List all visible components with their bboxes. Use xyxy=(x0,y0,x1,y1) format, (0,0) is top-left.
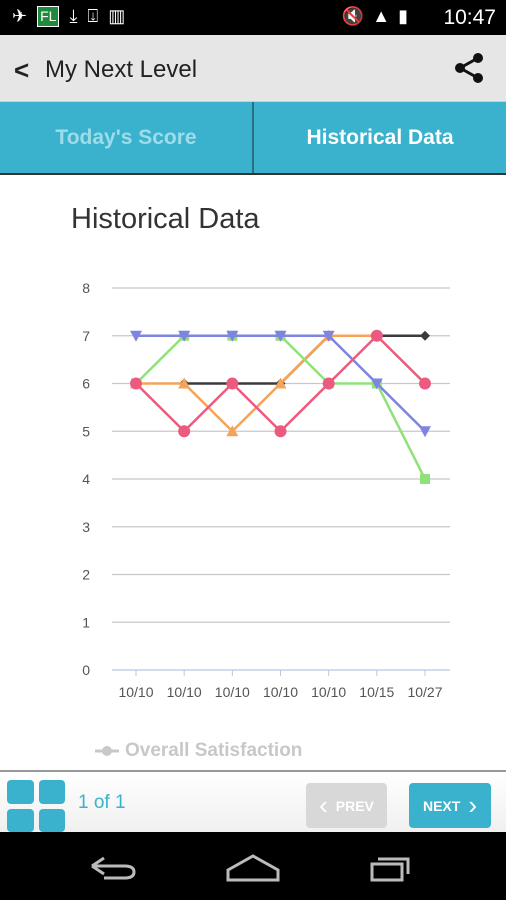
y-tick-label: 1 xyxy=(82,614,90,630)
x-tick-label: 10/10 xyxy=(167,684,202,700)
data-point xyxy=(130,377,142,390)
legend-marker-icon xyxy=(95,746,119,756)
y-tick-label: 8 xyxy=(82,280,90,296)
clock: 10:47 xyxy=(443,6,496,29)
prev-label: PREV xyxy=(335,797,374,814)
data-point xyxy=(370,329,383,342)
y-tick-label: 5 xyxy=(82,423,90,439)
data-point xyxy=(226,377,239,390)
x-tick-label: 10/15 xyxy=(359,684,394,700)
status-bar: ✈ FL ⤓ ⍗ ▥ 🔇▲▮ 10:47 xyxy=(0,0,506,35)
section-title: Historical Data xyxy=(71,203,260,235)
data-point xyxy=(419,377,431,390)
system-nav-bar xyxy=(0,832,506,900)
app-bar: < My Next Level xyxy=(0,35,506,102)
nav-buttons xyxy=(91,854,410,882)
fl-notification-icon: FL xyxy=(37,6,60,27)
tab-historical-data[interactable]: Historical Data xyxy=(254,102,506,173)
x-tick-label: 10/10 xyxy=(263,684,298,700)
page-indicator: 1 of 1 xyxy=(78,792,126,813)
next-button[interactable]: NEXT › xyxy=(409,783,491,828)
share-icon[interactable] xyxy=(452,51,486,85)
series-line xyxy=(135,334,427,480)
back-nav-icon[interactable] xyxy=(91,856,136,880)
y-tick-label: 6 xyxy=(82,376,90,392)
data-point xyxy=(322,377,335,390)
y-tick-label: 4 xyxy=(82,471,90,487)
chevron-left-icon: ‹ xyxy=(319,790,328,820)
next-label: NEXT xyxy=(422,797,461,814)
data-point xyxy=(420,330,430,341)
tab-bar: Today's Score Historical Data xyxy=(0,102,506,175)
home-nav-icon[interactable] xyxy=(226,854,280,882)
download-box-icon: ⍗ xyxy=(87,6,99,26)
chevron-left-icon[interactable]: < xyxy=(14,55,29,86)
data-point xyxy=(178,425,191,438)
y-tick-label: 7 xyxy=(82,328,90,344)
chevron-right-icon: › xyxy=(468,790,477,820)
data-point xyxy=(274,425,287,438)
barcode-icon: ▥ xyxy=(108,6,126,26)
footer-bar: 1 of 1 ‹ PREV NEXT › xyxy=(0,770,506,832)
x-tick-label: 10/10 xyxy=(311,684,346,700)
download-icon: ⤓ xyxy=(69,6,78,26)
prev-button[interactable]: ‹ PREV xyxy=(306,783,387,828)
historical-line-chart: 0 1 2 3 4 5 6 7 8 10/10 10/10 10/10 10/10 10/10 10/15 1… xyxy=(82,280,450,700)
grid-menu-icon[interactable] xyxy=(7,780,65,832)
legend-label: Overall Satisfaction xyxy=(125,740,303,761)
tab-todays-score[interactable]: Today's Score xyxy=(0,102,254,173)
x-tick-label: 10/27 xyxy=(407,684,442,700)
y-tick-label: 3 xyxy=(82,519,90,535)
x-tick-label: 10/10 xyxy=(215,684,250,700)
x-tick-label: 10/10 xyxy=(118,684,153,700)
recents-nav-icon[interactable] xyxy=(370,857,410,882)
app-notification-icon: ✈ xyxy=(12,6,28,26)
legend-item: Overall Satisfaction xyxy=(95,740,302,762)
system-icons: 🔇▲▮ xyxy=(341,6,416,26)
data-point xyxy=(420,474,430,484)
app-title: My Next Level xyxy=(45,56,198,83)
y-tick-label: 0 xyxy=(82,662,90,678)
y-tick-label: 2 xyxy=(82,567,90,583)
